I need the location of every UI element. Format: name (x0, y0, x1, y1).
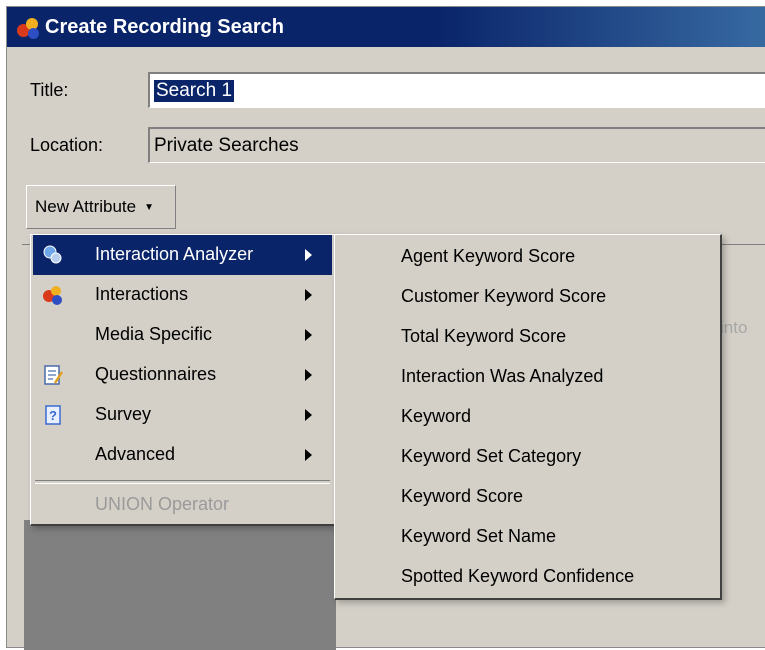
menu-item-label: Media Specific (95, 324, 213, 344)
submenu-item-label: Spotted Keyword Confidence (401, 566, 635, 586)
submenu-item[interactable]: Agent Keyword Score (337, 237, 718, 277)
menu-item-label: Interactions (95, 284, 189, 304)
title-label: Title: (30, 80, 69, 100)
submenu-item-label: Agent Keyword Score (401, 246, 576, 266)
results-area (24, 520, 336, 650)
submenu-arrow-icon (305, 289, 312, 301)
submenu-item-label: Total Keyword Score (401, 326, 567, 346)
submenu-item[interactable]: Spotted Keyword Confidence (337, 557, 718, 597)
submenu-item[interactable]: Customer Keyword Score (337, 277, 718, 317)
location-field-value: Private Searches (154, 134, 299, 156)
window-title: Create Recording Search (45, 15, 284, 38)
app-icon (15, 14, 41, 40)
submenu-item[interactable]: Keyword (337, 397, 718, 437)
interactions-icon (43, 286, 62, 305)
submenu-arrow-icon (305, 329, 312, 341)
survey-icon: ? (45, 405, 61, 425)
submenu-item[interactable]: Keyword Set Name (337, 517, 718, 557)
menu-item-union-operator: UNION Operator (33, 485, 332, 525)
submenu-item-label: Keyword Set Category (401, 446, 582, 466)
title-field[interactable]: Search 1 (148, 72, 765, 108)
submenu-item-label: Keyword Score (401, 486, 524, 506)
menu-item-questionnaires[interactable]: Questionnaires (33, 355, 332, 395)
submenu-item-label: Interaction Was Analyzed (401, 366, 604, 386)
new-attribute-menu: Interaction Analyzer Interactions Media … (30, 234, 336, 526)
interaction-analyzer-submenu: Agent Keyword Score Customer Keyword Sco… (334, 234, 722, 600)
chevron-down-icon: ▼ (144, 201, 155, 213)
svg-text:?: ? (49, 408, 57, 423)
submenu-item-label: Keyword Set Name (401, 526, 557, 546)
submenu-item[interactable]: Interaction Was Analyzed (337, 357, 718, 397)
menu-item-label: Survey (95, 404, 152, 424)
submenu-item[interactable]: Keyword Score (337, 477, 718, 517)
submenu-item-label: Keyword (401, 406, 472, 426)
menu-item-interactions[interactable]: Interactions (33, 275, 332, 315)
menu-item-label: Advanced (95, 444, 176, 464)
menu-item-label: UNION Operator (95, 494, 230, 514)
menu-separator (35, 480, 330, 484)
menu-item-media-specific[interactable]: Media Specific (33, 315, 332, 355)
analyzer-icon (43, 245, 62, 264)
menu-item-survey[interactable]: ? Survey (33, 395, 332, 435)
title-bar: Create Recording Search (7, 7, 765, 47)
new-attribute-label: New Attribute (35, 197, 137, 216)
submenu-arrow-icon (305, 449, 312, 461)
submenu-arrow-icon (305, 249, 312, 261)
menu-item-advanced[interactable]: Advanced (33, 435, 332, 475)
questionnaire-icon (44, 365, 64, 385)
menu-item-label: Questionnaires (95, 364, 217, 384)
menu-item-interaction-analyzer[interactable]: Interaction Analyzer (33, 235, 332, 275)
title-field-value: Search 1 (154, 79, 235, 102)
submenu-arrow-icon (305, 409, 312, 421)
submenu-arrow-icon (305, 369, 312, 381)
location-field[interactable]: Private Searches (148, 127, 765, 163)
submenu-item-label: Customer Keyword Score (401, 286, 607, 306)
menu-item-label: Interaction Analyzer (95, 244, 254, 264)
submenu-item[interactable]: Total Keyword Score (337, 317, 718, 357)
new-attribute-button[interactable]: New Attribute ▼ (26, 185, 176, 229)
submenu-item[interactable]: Keyword Set Category (337, 437, 718, 477)
background-text: into (720, 318, 748, 337)
location-label: Location: (30, 135, 104, 155)
